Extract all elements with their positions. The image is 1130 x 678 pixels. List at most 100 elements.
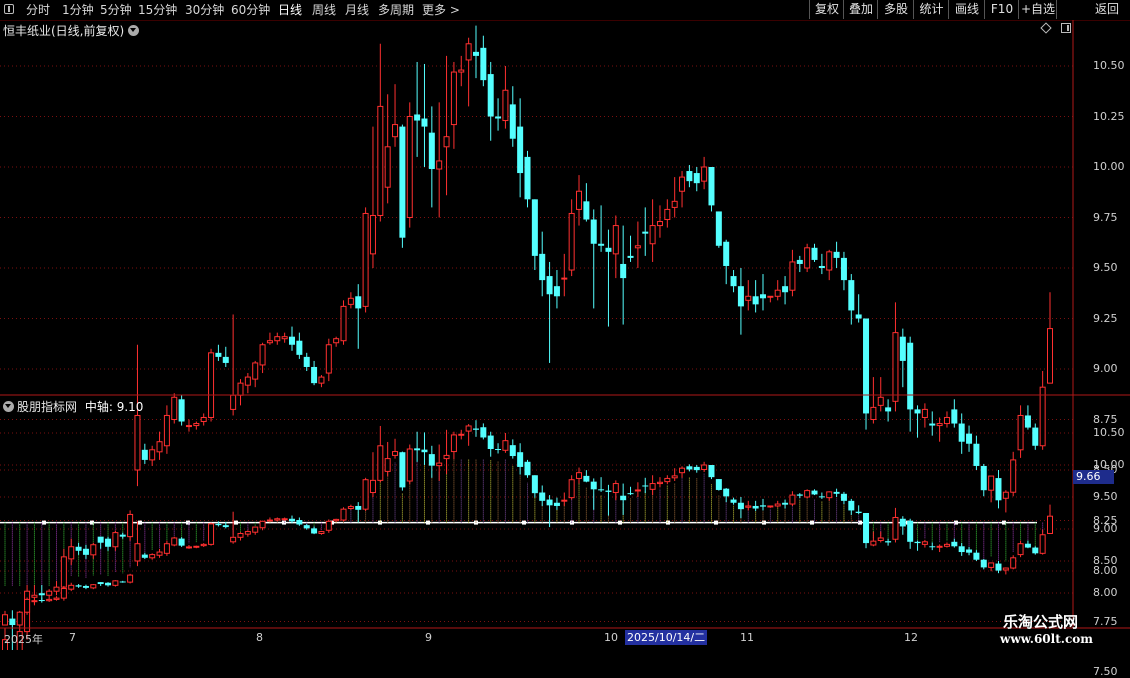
sub-candle-body [855,511,862,513]
candle-body [553,286,560,297]
midline-marker [714,520,718,525]
candle-body [767,295,774,298]
candle-body [193,423,200,427]
candle-body [230,394,237,410]
sub-candle-body [686,466,693,470]
candle-body [450,71,457,126]
candle-body [664,208,671,221]
sub-candle-body [2,614,8,626]
candle-body [1017,414,1024,451]
sub-candle-body [472,428,479,430]
candle-body [826,251,833,271]
candle-body [958,423,965,442]
candle-body [340,305,347,342]
candle-body [833,251,840,258]
sub-candle-body [450,434,457,453]
candle-body [907,342,914,410]
candle-body [634,245,641,249]
y-label-main: 9.00 [1093,362,1118,375]
candle-body [90,544,97,556]
sub-candle-body [826,491,833,499]
y-label-main: 10.50 [1093,59,1125,72]
sub-candle-body [237,532,244,538]
sub-candle-body [929,546,936,548]
sub-candle-body [715,479,722,490]
sub-candle-body [870,540,877,546]
sub-candle-body [266,519,273,522]
sub-candle-body [840,493,847,501]
candle-body [899,336,906,361]
sub-candle-body [200,543,207,547]
sub-candle-body [885,541,892,543]
candle-body [524,156,531,200]
sub-dropdown-icon[interactable] [3,401,14,412]
sub-candle-body [921,541,928,545]
sub-candle-body [789,494,796,505]
sub-candle-body [443,454,450,460]
candle-body [649,225,656,245]
y-label-sub: 8.00 [1093,586,1118,599]
sub-candle-body [620,495,627,501]
candle-body [208,352,215,418]
sub-candle-body [649,483,656,490]
sub-candle-body [75,585,82,587]
sub-candle-body [583,475,590,482]
sub-candle-body [1024,543,1031,548]
candle-body [421,118,428,127]
candle-body [1032,427,1039,446]
watermark-title: 乐淘公式网 [1003,613,1079,631]
sub-candle-body [31,600,38,603]
candle-body [318,376,325,384]
candle-body [141,449,148,460]
sub-candle-body [185,546,192,549]
sub-candle-body [531,475,538,494]
sub-candle-body [399,452,406,488]
candle-body [465,43,472,61]
candle-body [443,136,450,148]
sub-candle-body [767,505,774,508]
sub-candle-body [259,520,266,529]
candle-body [171,396,178,420]
candle-body [1010,459,1017,493]
sub-candle-body [590,481,597,490]
sub-candle-body [208,523,215,545]
y-label-main: 10.25 [1093,109,1125,123]
candle-body [458,69,465,73]
candle-body [244,376,251,386]
sub-candle-body [244,531,251,535]
sub-candle-body [936,545,943,548]
sub-candle-body [141,554,148,558]
y-label-main: 8.75 [1093,412,1118,426]
x-label-oct: 10 [604,631,618,644]
sub-candle-body [627,493,634,495]
sub-candle-body [333,518,340,522]
sub-candle-body [215,523,222,526]
sub-candle-body [568,479,575,499]
candle-body [943,416,950,425]
candle-body [46,590,53,596]
axis-frame [0,20,1130,629]
candle-body [384,146,391,188]
candle-body [97,536,104,543]
sub-candle-body [848,500,855,511]
candle-body [745,295,752,301]
candle-body [804,247,811,269]
candle-body [811,247,818,260]
y-label-main: 7.75 [1093,614,1118,628]
candle-body [472,51,479,56]
sub-candle-body [38,600,45,602]
candle-body [509,104,516,139]
sub-candle-body [105,582,112,586]
candle-body [325,344,332,374]
sub-candle-body [377,445,384,481]
sub-candle-body [745,505,752,508]
candle-body [333,338,340,344]
candle-body [237,382,244,396]
candle-body [112,532,119,548]
candle-body [82,548,89,555]
chart-canvas[interactable] [0,0,1130,650]
candle-body [627,255,634,258]
candle-body [311,366,318,384]
candle-body [347,297,354,305]
sub-candle-body [68,584,75,590]
